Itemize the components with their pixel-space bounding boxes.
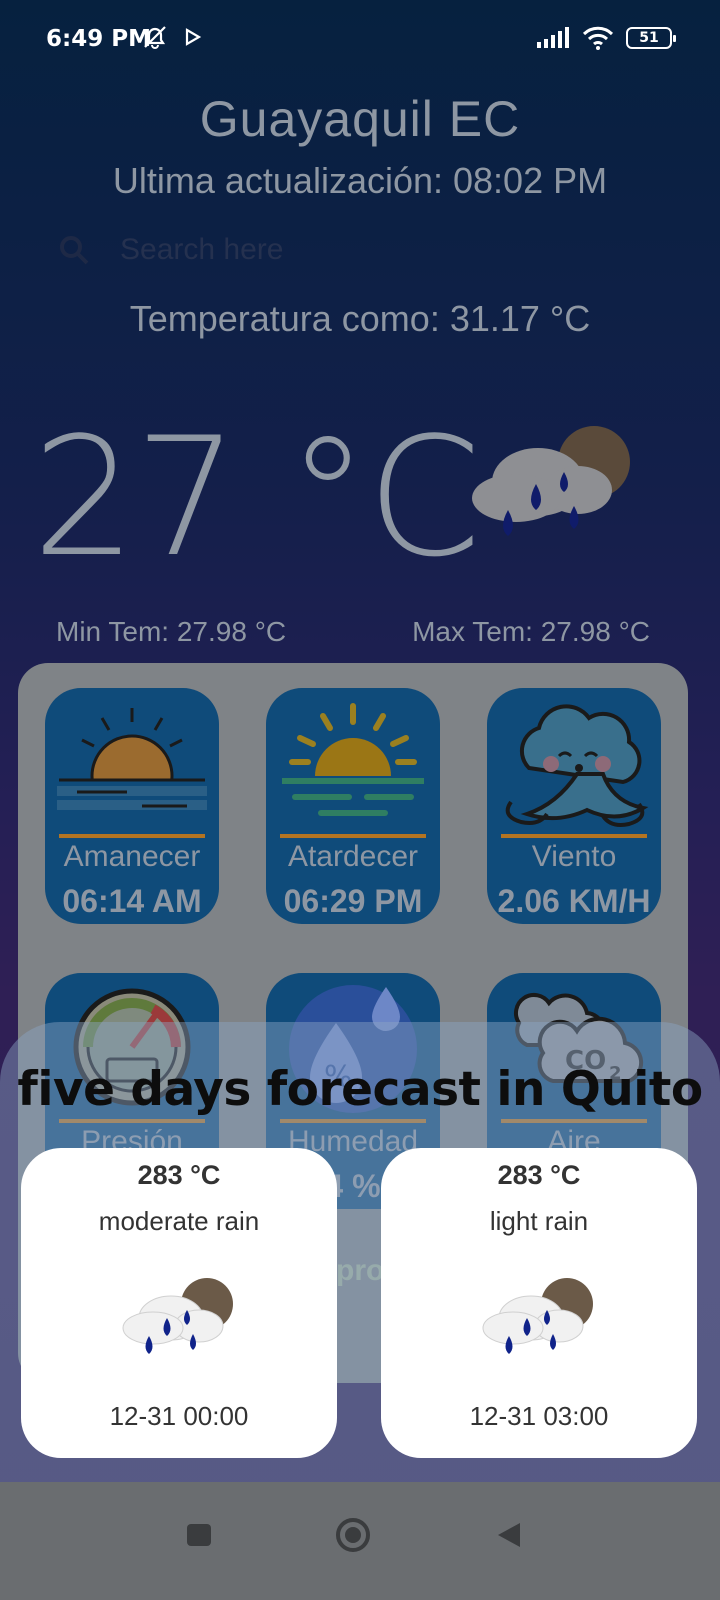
recents-button[interactable] [184,1520,214,1550]
max-temperature: Max Tem: 27.98 °C [412,616,650,647]
tile-value: 06:14 AM [62,883,202,919]
forecast-card[interactable]: 283 °C moderate rain 12-31 00:00 [21,1148,337,1458]
forecast-card[interactable]: 283 °C light rain 12-31 03:00 [381,1148,697,1458]
rain-cloud-moon-icon [482,1278,593,1354]
tile-sunset[interactable]: Atardecer 06:29 PM [266,688,440,924]
home-button[interactable] [334,1516,372,1554]
back-button[interactable] [494,1520,524,1550]
wind-cloud-icon [505,704,649,827]
rain-cloud-moon-icon [122,1278,233,1354]
rain-cloud-moon-icon [472,426,630,536]
screen: 6:49 PM 51 Guayaquil EC Ultima actualiza… [0,0,720,1600]
navigation-bar [0,1482,720,1600]
current-temperature: 27 °C [32,402,481,593]
search-icon[interactable] [58,234,90,266]
forecast-title: five days forecast in Quito [17,1062,703,1117]
search-bar[interactable] [58,228,658,272]
search-input[interactable] [120,233,540,267]
forecast-temp: 283 °C [497,1160,581,1190]
min-temperature: Min Tem: 27.98 °C [56,616,287,647]
tile-wind[interactable]: Viento 2.06 KM/H [487,688,661,924]
tile-label: Atardecer [287,840,419,873]
forecast-description: light rain [489,1206,589,1236]
forecast-temp: 283 °C [137,1160,221,1190]
feels-like: Temperatura como: 31.17 °C [129,298,591,339]
city-name: Guayaquil EC [199,91,521,147]
sunrise-icon [57,708,207,820]
tile-value: 06:29 PM [283,883,423,919]
last-update: Ultima actualización: 08:02 PM [112,160,608,201]
sunset-icon [282,703,424,816]
tile-label: Viento [531,840,617,873]
forecast-description: moderate rain [98,1206,260,1236]
tile-sunrise[interactable]: Amanecer 06:14 AM [45,688,219,924]
forecast-date: 12-31 00:00 [109,1401,249,1431]
tile-label: Amanecer [63,840,201,873]
tile-value: 2.06 KM/H [497,883,651,919]
forecast-date: 12-31 03:00 [469,1401,609,1431]
